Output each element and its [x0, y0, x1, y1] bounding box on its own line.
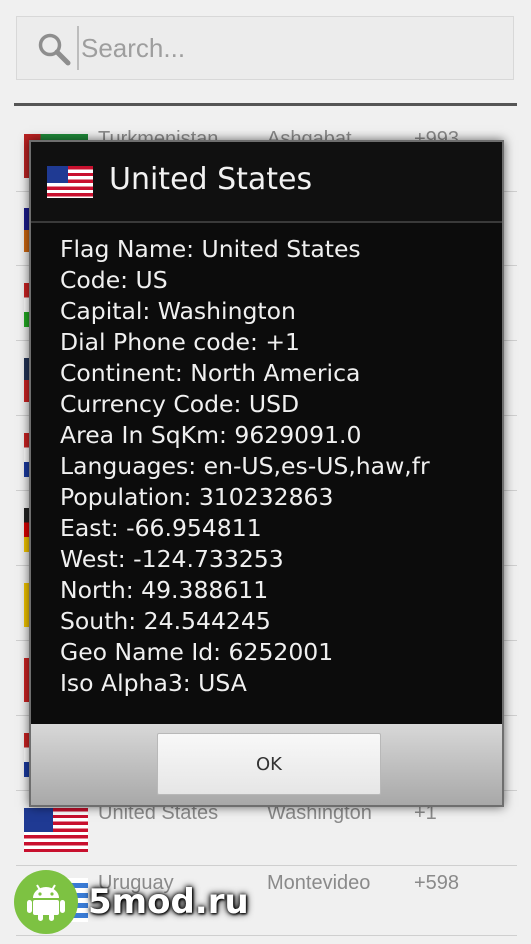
info-line: Currency Code: USD	[60, 390, 300, 418]
info-line: Population: 310232863	[60, 483, 334, 511]
info-line: North: 49.388611	[60, 576, 269, 604]
dialog-header: United States	[31, 142, 502, 222]
info-line: Languages: en-US,es-US,haw,fr	[60, 452, 430, 480]
divider	[31, 221, 502, 223]
info-line: Flag Name: United States	[60, 235, 361, 263]
watermark: 5mod.ru	[14, 870, 254, 934]
info-line: Capital: Washington	[60, 297, 296, 325]
country-info-list: Flag Name: United States Code: US Capital:…	[60, 234, 490, 699]
dialog-footer: OK	[31, 724, 502, 805]
info-line: East: -66.954811	[60, 514, 262, 542]
android-logo-icon	[14, 870, 78, 934]
info-line: South: 24.544245	[60, 607, 271, 635]
info-line: Code: US	[60, 266, 168, 294]
info-line: West: -124.733253	[60, 545, 284, 573]
info-line: Geo Name Id: 6252001	[60, 638, 334, 666]
watermark-text: 5mod.ru	[88, 882, 249, 922]
info-line: Area In SqKm: 9629091.0	[60, 421, 362, 449]
info-line: Continent: North America	[60, 359, 361, 387]
us-flag-icon	[47, 166, 93, 198]
ok-button[interactable]: OK	[157, 733, 381, 795]
country-details-dialog: United States Flag Name: United States Co…	[29, 140, 504, 807]
info-line: Dial Phone code: +1	[60, 328, 300, 356]
dialog-title: United States	[109, 162, 313, 197]
info-line: Iso Alpha3: USA	[60, 669, 247, 697]
